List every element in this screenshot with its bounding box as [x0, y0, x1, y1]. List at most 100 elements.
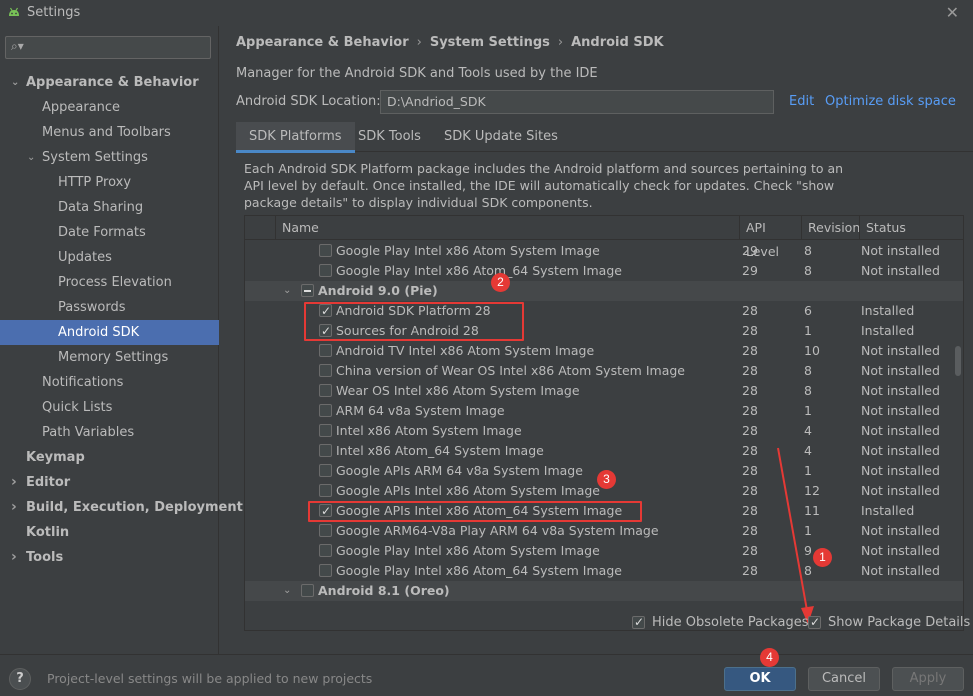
- sidebar-item[interactable]: Data Sharing: [0, 195, 219, 220]
- column-api-level[interactable]: API Level: [739, 216, 801, 259]
- sidebar-item[interactable]: Updates: [0, 245, 219, 270]
- package-checkbox[interactable]: [319, 364, 332, 377]
- package-api-level: 28: [742, 543, 758, 558]
- table-row[interactable]: Intel x86 Atom_64 System Image 28 4 Not ins…: [245, 441, 963, 461]
- breadcrumb-item[interactable]: Appearance & Behavior: [236, 35, 409, 50]
- column-name[interactable]: Name: [275, 216, 739, 240]
- package-status: Not installed: [861, 463, 940, 478]
- package-checkbox[interactable]: [301, 284, 314, 297]
- sidebar-item[interactable]: ⌄ Appearance & Behavior: [0, 70, 219, 95]
- chevron-down-icon[interactable]: ⌄: [283, 581, 291, 601]
- sidebar-item[interactable]: Android SDK: [0, 320, 219, 345]
- package-checkbox[interactable]: [319, 464, 332, 477]
- sidebar-item[interactable]: Passwords: [0, 295, 219, 320]
- sidebar-item[interactable]: Date Formats: [0, 220, 219, 245]
- sidebar: ⌕▾ ⌄ Appearance & Behavior Appearance Menus…: [0, 26, 243, 654]
- breadcrumb: Appearance & Behavior › System Settings › An…: [236, 35, 664, 50]
- help-button[interactable]: ?: [9, 668, 31, 690]
- package-checkbox[interactable]: [319, 524, 332, 537]
- search-icon: ⌕▾: [11, 39, 24, 53]
- sidebar-item[interactable]: Kotlin: [0, 520, 219, 545]
- package-checkbox[interactable]: [301, 584, 314, 597]
- sidebar-item[interactable]: Process Elevation: [0, 270, 219, 295]
- package-status: Not installed: [861, 343, 940, 358]
- sidebar-item[interactable]: Appearance: [0, 95, 219, 120]
- sidebar-item[interactable]: › Tools: [0, 545, 219, 570]
- package-status: Not installed: [861, 423, 940, 438]
- package-name: Google Play Intel x86 Atom_64 System Ima…: [336, 263, 622, 278]
- tab-sdk-tools[interactable]: SDK Tools: [345, 122, 434, 152]
- sidebar-item-label: Updates: [58, 250, 112, 265]
- table-row[interactable]: Wear OS Intel x86 Atom System Image 28 8 No…: [245, 381, 963, 401]
- breadcrumb-item[interactable]: System Settings: [430, 35, 550, 50]
- table-scrollbar[interactable]: [955, 346, 961, 376]
- package-checkbox[interactable]: [319, 344, 332, 357]
- sidebar-item-label: Keymap: [26, 450, 85, 465]
- sidebar-item[interactable]: Menus and Toolbars: [0, 120, 219, 145]
- ok-button[interactable]: OK: [724, 667, 796, 691]
- package-checkbox[interactable]: [319, 544, 332, 557]
- table-row[interactable]: Google Play Intel x86 Atom System Image 2…: [245, 541, 963, 561]
- package-status: Not installed: [861, 363, 940, 378]
- package-name: Android 8.1 (Oreo): [318, 583, 450, 598]
- chevron-down-icon[interactable]: ⌄: [283, 281, 291, 301]
- sidebar-item-label: Date Formats: [58, 225, 146, 240]
- sidebar-item[interactable]: Path Variables: [0, 420, 219, 445]
- optimize-disk-space-link[interactable]: Optimize disk space: [825, 94, 956, 109]
- edit-link[interactable]: Edit: [789, 94, 814, 109]
- tab-sdk-platforms[interactable]: SDK Platforms: [236, 122, 355, 153]
- sidebar-item[interactable]: Keymap: [0, 445, 219, 470]
- sidebar-item[interactable]: Notifications: [0, 370, 219, 395]
- chevron-right-icon[interactable]: ›: [11, 545, 17, 570]
- table-row[interactable]: Google ARM64-V8a Play ARM 64 v8a System …: [245, 521, 963, 541]
- sidebar-item[interactable]: HTTP Proxy: [0, 170, 219, 195]
- sidebar-item[interactable]: › Editor: [0, 470, 219, 495]
- column-status[interactable]: Status: [859, 216, 963, 240]
- package-checkbox[interactable]: [319, 484, 332, 497]
- package-status: Installed: [861, 323, 915, 338]
- package-checkbox[interactable]: [319, 384, 332, 397]
- package-revision: 1: [804, 403, 812, 418]
- package-checkbox[interactable]: [319, 264, 332, 277]
- sidebar-item-label: Data Sharing: [58, 200, 144, 215]
- sdk-location-field[interactable]: D:\Andriod_SDK: [380, 90, 774, 114]
- close-icon[interactable]: ✕: [946, 3, 959, 22]
- package-name: ARM 64 v8a System Image: [336, 403, 505, 418]
- info-text: Each Android SDK Platform package includ…: [244, 161, 844, 210]
- sidebar-item[interactable]: Memory Settings: [0, 345, 219, 370]
- page-description: Manager for the Android SDK and Tools us…: [236, 66, 598, 81]
- table-row[interactable]: China version of Wear OS Intel x86 Atom …: [245, 361, 963, 381]
- table-row[interactable]: ARM 64 v8a System Image 28 1 Not installed: [245, 401, 963, 421]
- table-row[interactable]: Google Play Intel x86 Atom_64 System Ima…: [245, 561, 963, 581]
- sidebar-item[interactable]: Quick Lists: [0, 395, 219, 420]
- settings-search[interactable]: ⌕▾: [5, 36, 211, 59]
- column-revision[interactable]: Revision: [801, 216, 860, 240]
- table-row[interactable]: Google Play Intel x86 Atom System Image 2…: [245, 241, 963, 261]
- chevron-right-icon[interactable]: ›: [11, 495, 17, 520]
- package-checkbox[interactable]: [319, 564, 332, 577]
- search-input[interactable]: [30, 39, 205, 56]
- table-row[interactable]: Intel x86 Atom System Image 28 4 Not instal…: [245, 421, 963, 441]
- chevron-down-icon[interactable]: ⌄: [27, 145, 35, 170]
- sidebar-item[interactable]: › Build, Execution, Deployment: [0, 495, 243, 520]
- table-group-row[interactable]: ⌄ Android 8.1 (Oreo): [245, 581, 963, 601]
- package-checkbox[interactable]: [319, 424, 332, 437]
- table-group-row[interactable]: ⌄ Android 9.0 (Pie): [245, 281, 963, 301]
- package-name: Google ARM64-V8a Play ARM 64 v8a System …: [336, 523, 659, 538]
- chevron-down-icon[interactable]: ⌄: [11, 70, 19, 95]
- table-header: Name API Level Revision Status: [245, 216, 963, 259]
- sidebar-item-label: Tools: [26, 550, 64, 565]
- cancel-button[interactable]: Cancel: [808, 667, 880, 691]
- sidebar-item[interactable]: ⌄ System Settings: [0, 145, 219, 170]
- sidebar-item-label: Path Variables: [42, 425, 135, 440]
- chevron-right-icon[interactable]: ›: [11, 470, 17, 495]
- package-api-level: 28: [742, 463, 758, 478]
- table-row[interactable]: Google Play Intel x86 Atom_64 System Ima…: [245, 261, 963, 281]
- package-checkbox[interactable]: [319, 404, 332, 417]
- package-checkbox[interactable]: [319, 244, 332, 257]
- table-row[interactable]: Android TV Intel x86 Atom System Image 28…: [245, 341, 963, 361]
- tab-sdk-update-sites[interactable]: SDK Update Sites: [431, 122, 571, 152]
- package-checkbox[interactable]: [319, 444, 332, 457]
- main-panel: Appearance & Behavior › System Settings › An…: [220, 26, 973, 654]
- apply-button[interactable]: Apply: [892, 667, 964, 691]
